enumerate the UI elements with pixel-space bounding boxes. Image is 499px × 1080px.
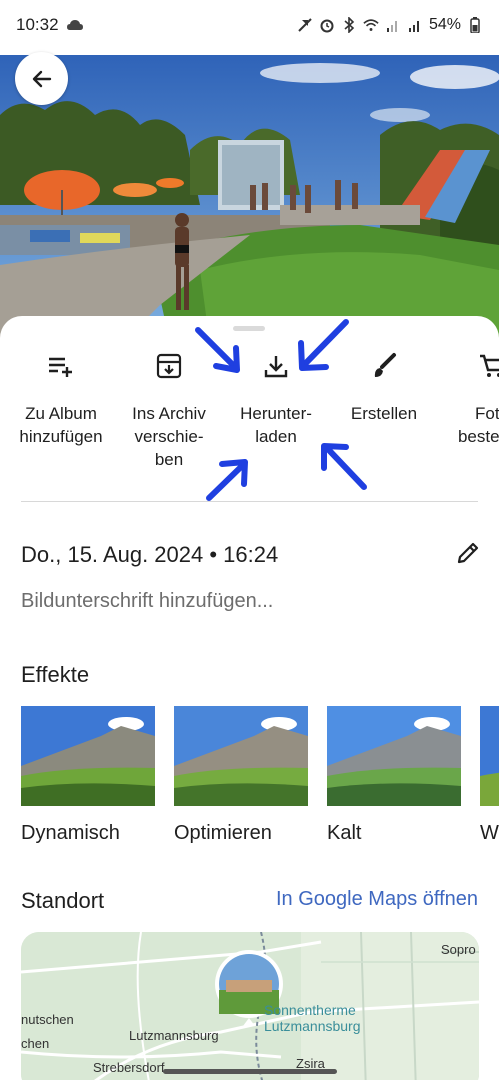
effect-thumbnail (174, 706, 308, 806)
effect-enhance[interactable]: Optimieren (174, 706, 308, 845)
archive-label: Ins Archiv verschie- ben (132, 404, 206, 469)
effect-thumbnail (21, 706, 155, 806)
pencil-icon (457, 542, 479, 563)
main-photo[interactable] (0, 55, 499, 345)
effect-label: Kalt (327, 822, 362, 844)
alarm-icon (319, 17, 335, 33)
location-title: Standort (21, 888, 105, 913)
effect-thumbnail (327, 706, 461, 806)
arrow-back-icon (32, 70, 51, 87)
effect-warm[interactable]: W (480, 706, 499, 845)
action-row: Zu Album hinzufügen Ins Archiv verschie-… (0, 344, 499, 504)
playlist-add-icon (6, 344, 116, 388)
effect-cool[interactable]: Kalt (327, 706, 461, 845)
date-time: Do., 15. Aug. 2024 • 16:24 (21, 542, 279, 567)
map-label-nutschen: nutschen (21, 1012, 74, 1027)
create-button[interactable]: Erstellen (329, 344, 439, 425)
caption-input[interactable]: Bildunterschrift hinzufügen... (21, 590, 273, 613)
status-time: 10:32 (16, 15, 59, 34)
signal-icon (385, 17, 401, 33)
add-to-album-button[interactable]: Zu Album hinzufügen (6, 344, 116, 448)
effect-label: Optimieren (174, 822, 272, 844)
back-button[interactable] (15, 52, 68, 105)
effects-title: Effekte (21, 662, 90, 687)
cloud-icon (66, 17, 83, 33)
location-map[interactable]: Sopro Sonnentherme Lutzmannsburg Lutzman… (21, 932, 479, 1080)
effect-thumbnail (480, 706, 499, 806)
mute-icon (297, 17, 313, 33)
cart-icon (437, 344, 499, 388)
brush-icon (329, 344, 439, 388)
map-label-sonnentherme-2: Lutzmannsburg (264, 1018, 361, 1034)
battery-percent: 54% (428, 16, 461, 33)
wifi-icon (363, 17, 379, 33)
map-roads (21, 932, 479, 1080)
archive-button[interactable]: Ins Archiv verschie- ben (114, 344, 224, 471)
divider (21, 501, 478, 502)
drag-handle[interactable] (233, 326, 265, 331)
status-left: 10:32 (16, 15, 83, 35)
download-label: Herunter- laden (240, 404, 312, 446)
effect-label: Dynamisch (21, 822, 120, 844)
map-label-sopron: Sopro (441, 942, 476, 957)
create-label: Erstellen (350, 404, 418, 423)
map-label-sonnentherme: Sonnentherme (264, 1002, 356, 1018)
bluetooth-icon (341, 17, 357, 33)
date-row: Do., 15. Aug. 2024 • 16:24 (21, 540, 481, 570)
order-photo-button[interactable]: Foto bestellen (437, 344, 499, 448)
map-label-chen: chen (21, 1036, 50, 1051)
map-label-lutzmannsburg: Lutzmannsburg (129, 1028, 219, 1043)
signal-icon (407, 17, 423, 33)
order-photo-label: Foto bestellen (457, 404, 499, 446)
edit-date-button[interactable] (455, 540, 481, 571)
status-bar: 10:32 54% (0, 0, 499, 50)
details-sheet: Zu Album hinzufügen Ins Archiv verschie-… (0, 316, 499, 1080)
download-icon (221, 344, 331, 388)
open-in-maps-link[interactable]: In Google Maps öffnen (276, 888, 478, 911)
map-label-strebersdorf: Strebersdorf (93, 1060, 165, 1075)
status-right: 54% (297, 16, 483, 34)
effect-dynamic[interactable]: Dynamisch (21, 706, 155, 845)
photo-waterpark-image (0, 55, 499, 345)
gesture-nav-bar[interactable] (163, 1069, 337, 1074)
archive-icon (114, 344, 224, 388)
battery-icon (467, 17, 483, 33)
effects-row: Dynamisch Optimieren Kalt W (0, 706, 499, 846)
download-button[interactable]: Herunter- laden (221, 344, 331, 448)
add-to-album-label: Zu Album hinzufügen (19, 404, 103, 446)
effect-label: W (480, 822, 499, 844)
